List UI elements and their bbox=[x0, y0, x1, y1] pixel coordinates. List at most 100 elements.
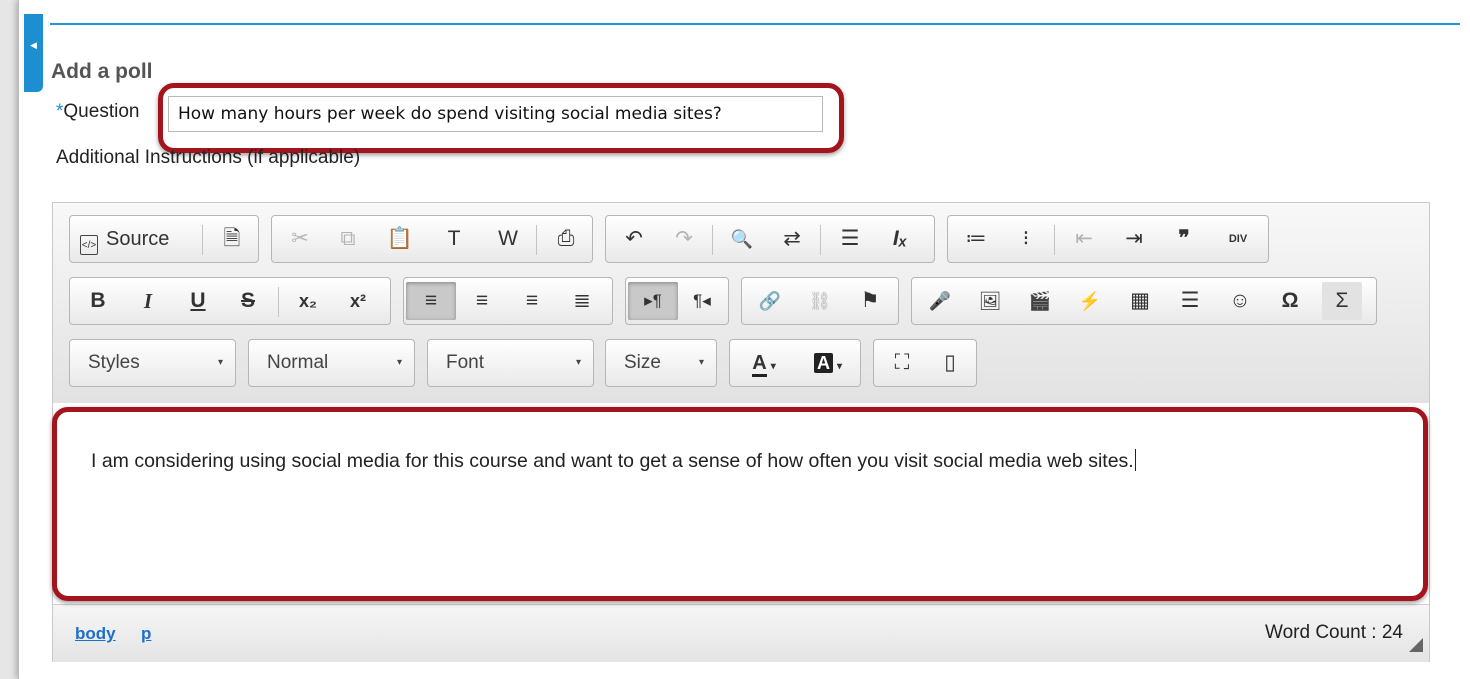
font-dropdown[interactable]: Font ▾ bbox=[427, 339, 594, 387]
styles-dropdown[interactable]: Styles ▾ bbox=[69, 339, 236, 387]
chevron-down-icon: ▾ bbox=[698, 357, 704, 368]
movie-icon[interactable]: 🎬 bbox=[1018, 282, 1062, 320]
text-color-icon: A bbox=[752, 352, 767, 377]
redo-icon[interactable]: ↷ bbox=[662, 220, 706, 258]
audio-recorder-icon[interactable]: 🎤 bbox=[918, 282, 962, 320]
image-icon[interactable]: 🖼 bbox=[968, 282, 1012, 320]
select-all-icon[interactable]: ☰ bbox=[828, 220, 872, 258]
div-container-icon[interactable]: DIV bbox=[1216, 220, 1260, 258]
chevron-down-icon: ▾ bbox=[396, 357, 402, 368]
background-color-icon: A bbox=[813, 353, 833, 373]
justify-icon[interactable]: ≣ bbox=[560, 282, 604, 320]
text-direction-rtl-icon[interactable]: ¶◂ bbox=[680, 282, 724, 320]
blockquote-icon[interactable]: ❞ bbox=[1162, 220, 1206, 258]
undo-icon[interactable]: ↶ bbox=[612, 220, 656, 258]
table-icon[interactable]: ▦ bbox=[1118, 282, 1162, 320]
remove-format-icon[interactable]: Iₓ bbox=[878, 220, 922, 258]
toolbar-group-document: </> Source 🗎 bbox=[69, 215, 259, 263]
editor-body-paragraph[interactable]: I am considering using social media for … bbox=[91, 449, 1136, 473]
path-p-link[interactable]: p bbox=[141, 624, 151, 644]
bulleted-list-icon[interactable]: ⁝ bbox=[1004, 220, 1048, 258]
subscript-icon[interactable]: x₂ bbox=[286, 282, 330, 320]
unlink-icon[interactable]: ⛓ bbox=[798, 282, 842, 320]
toolbar-group-align: ≡ ≡ ≡ ≣ bbox=[403, 277, 613, 325]
toolbar-group-insert: 🎤 🖼 🎬 ⚡ ▦ ☰ ☺ Ω Σ bbox=[911, 277, 1377, 325]
toolbar-separator bbox=[820, 225, 821, 255]
chevron-down-icon: ▾ bbox=[575, 357, 581, 368]
size-dropdown[interactable]: Size ▾ bbox=[605, 339, 717, 387]
view-source-icon: </> bbox=[80, 235, 98, 255]
paste-icon[interactable]: 📋 bbox=[378, 220, 422, 258]
show-blocks-icon[interactable]: ▯ bbox=[928, 344, 972, 382]
question-label-text: Question bbox=[63, 101, 140, 122]
align-right-icon[interactable]: ≡ bbox=[510, 282, 554, 320]
top-divider bbox=[50, 23, 1460, 25]
chevron-down-icon: ▾ bbox=[770, 361, 776, 372]
size-dropdown-value: Size bbox=[624, 352, 661, 373]
font-dropdown-value: Font bbox=[446, 352, 485, 373]
toolbar-separator bbox=[536, 225, 537, 255]
print-icon[interactable]: ⎙ bbox=[544, 220, 588, 258]
toolbar-group-colors: A ▾ A ▾ bbox=[729, 339, 861, 387]
chevron-down-icon: ▾ bbox=[217, 357, 223, 368]
toolbar-separator bbox=[278, 287, 279, 317]
collapse-sidebar-tab[interactable]: ◀ bbox=[24, 14, 43, 92]
toolbar-group-editing: ↶ ↷ 🔍 ⇄ ☰ Iₓ bbox=[605, 215, 935, 263]
source-button[interactable]: </> Source bbox=[76, 220, 177, 258]
toolbar-group-clipboard: ✂ ⧉ 📋 T W ⎙ bbox=[271, 215, 593, 263]
editor-status-bar: body p Word Count : 24 bbox=[53, 604, 1429, 662]
italic-icon[interactable]: I bbox=[126, 282, 170, 320]
chevron-left-icon: ◀ bbox=[30, 40, 37, 50]
decrease-indent-icon[interactable]: ⇤ bbox=[1062, 220, 1106, 258]
numbered-list-icon[interactable]: ≔ bbox=[954, 220, 998, 258]
templates-icon[interactable]: 🗎 bbox=[210, 220, 254, 258]
text-cursor bbox=[1134, 449, 1136, 471]
underline-icon[interactable]: U bbox=[176, 282, 220, 320]
path-body-link[interactable]: body bbox=[75, 624, 116, 644]
question-label: *Question bbox=[56, 101, 139, 123]
toolbar-separator bbox=[1054, 225, 1055, 255]
toolbar-group-paragraph: ≔ ⁝ ⇤ ⇥ ❞ DIV bbox=[947, 215, 1269, 263]
source-button-label: Source bbox=[106, 228, 170, 250]
anchor-icon[interactable]: ⚑ bbox=[848, 282, 892, 320]
styles-dropdown-value: Styles bbox=[88, 352, 140, 373]
align-left-icon[interactable]: ≡ bbox=[406, 282, 456, 320]
link-icon[interactable]: 🔗 bbox=[748, 282, 792, 320]
bold-icon[interactable]: B bbox=[76, 282, 120, 320]
toolbar-group-basicstyles: B I U S x₂ x² bbox=[69, 277, 391, 325]
text-direction-ltr-icon[interactable]: ▸¶ bbox=[628, 282, 678, 320]
toolbar-separator bbox=[712, 225, 713, 255]
additional-instructions-label: Additional Instructions (if applicable) bbox=[56, 147, 361, 168]
smiley-icon[interactable]: ☺ bbox=[1218, 282, 1262, 320]
paste-text-icon[interactable]: T bbox=[432, 220, 476, 258]
flash-icon[interactable]: ⚡ bbox=[1068, 282, 1112, 320]
math-icon[interactable]: Σ bbox=[1322, 282, 1362, 320]
text-color-button[interactable]: A ▾ bbox=[736, 344, 792, 382]
maximize-icon[interactable]: ⛶ bbox=[880, 344, 924, 382]
copy-icon[interactable]: ⧉ bbox=[326, 220, 370, 258]
superscript-icon[interactable]: x² bbox=[336, 282, 380, 320]
toolbar-group-tools: ⛶ ▯ bbox=[873, 339, 977, 387]
strikethrough-icon[interactable]: S bbox=[226, 282, 270, 320]
question-input[interactable] bbox=[168, 96, 823, 132]
background-color-button[interactable]: A ▾ bbox=[800, 344, 856, 382]
word-count: Word Count : 24 bbox=[1264, 622, 1403, 643]
format-dropdown-value: Normal bbox=[267, 352, 329, 373]
resize-handle[interactable] bbox=[1409, 638, 1423, 652]
toolbar-group-links: 🔗 ⛓ ⚑ bbox=[741, 277, 899, 325]
find-icon[interactable]: 🔍 bbox=[720, 220, 764, 258]
special-char-icon[interactable]: Ω bbox=[1268, 282, 1312, 320]
align-center-icon[interactable]: ≡ bbox=[460, 282, 504, 320]
toolbar-separator bbox=[202, 225, 203, 255]
format-dropdown[interactable]: Normal ▾ bbox=[248, 339, 415, 387]
rich-text-editor: </> Source 🗎 ✂ ⧉ 📋 T W ⎙ ↶ ↷ 🔍 ⇄ ☰ Iₓ ≔ ⁝ bbox=[52, 202, 1430, 662]
editor-body-text: I am considering using social media for … bbox=[91, 450, 1134, 472]
replace-icon[interactable]: ⇄ bbox=[770, 220, 814, 258]
chevron-down-icon: ▾ bbox=[836, 361, 843, 372]
editor-toolbar: </> Source 🗎 ✂ ⧉ 📋 T W ⎙ ↶ ↷ 🔍 ⇄ ☰ Iₓ ≔ ⁝ bbox=[53, 203, 1429, 404]
paste-word-icon[interactable]: W bbox=[486, 220, 530, 258]
editor-content-area[interactable]: I am considering using social media for … bbox=[53, 403, 1429, 604]
cut-icon[interactable]: ✂ bbox=[278, 220, 322, 258]
increase-indent-icon[interactable]: ⇥ bbox=[1112, 220, 1156, 258]
horizontal-line-icon[interactable]: ☰ bbox=[1168, 282, 1212, 320]
